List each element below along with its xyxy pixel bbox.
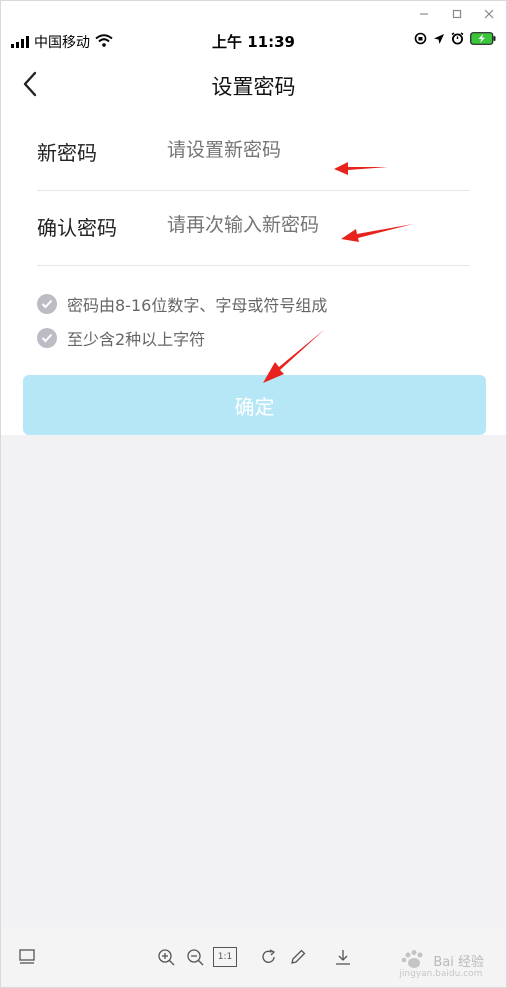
watermark-url: jingyan.baidu.com bbox=[399, 969, 483, 979]
new-password-label: 新密码 bbox=[37, 141, 97, 165]
zoom-in-icon[interactable] bbox=[156, 947, 176, 967]
page-title: 设置密码 bbox=[211, 75, 296, 99]
password-rule-item: 密码由8-16位数字、字母或符号组成 bbox=[37, 292, 327, 316]
zoom-out-icon[interactable] bbox=[185, 947, 205, 967]
nav-bar: 设置密码 bbox=[1, 55, 506, 115]
rotation-lock-icon bbox=[414, 32, 427, 49]
password-rule-text: 密码由8-16位数字、字母或符号组成 bbox=[67, 296, 328, 315]
confirm-password-label: 确认密码 bbox=[37, 216, 117, 240]
paw-icon bbox=[402, 950, 423, 968]
download-icon[interactable] bbox=[333, 947, 353, 967]
thumbnail-icon[interactable] bbox=[17, 947, 37, 967]
minimize-icon[interactable] bbox=[415, 5, 433, 23]
confirm-button[interactable]: 确定 bbox=[23, 375, 486, 435]
actual-size-button[interactable]: 1:1 bbox=[213, 947, 237, 967]
password-rule-item: 至少含2种以上字符 bbox=[37, 326, 205, 350]
new-password-input[interactable] bbox=[167, 139, 457, 161]
confirm-password-input[interactable] bbox=[167, 214, 457, 236]
new-password-row: 新密码 bbox=[37, 115, 470, 191]
check-icon bbox=[37, 328, 57, 348]
password-rule-text: 至少含2种以上字符 bbox=[67, 330, 206, 349]
window-titlebar bbox=[1, 1, 506, 27]
edit-icon[interactable] bbox=[288, 947, 308, 967]
check-icon bbox=[37, 294, 57, 314]
alarm-icon bbox=[451, 32, 464, 49]
battery-charging-icon bbox=[470, 32, 496, 49]
confirm-password-row: 确认密码 bbox=[37, 190, 470, 266]
watermark-text: Bai 经验 bbox=[433, 954, 484, 970]
location-icon bbox=[433, 33, 445, 49]
phone-status-bar: 中国移动 上午 11:39 bbox=[1, 27, 506, 55]
close-icon[interactable] bbox=[480, 5, 498, 23]
viewer-window: 中国移动 上午 11:39 设置密码 新密码 确认密码 密码由8-16位数字、字… bbox=[0, 0, 507, 988]
baidu-jingyan-watermark: Bai 经验 jingyan.baidu.com bbox=[399, 949, 484, 979]
rotate-icon[interactable] bbox=[259, 947, 279, 967]
viewer-toolbar: 1:1 Bai 经验 jingyan.baidu.com bbox=[1, 929, 506, 987]
maximize-icon[interactable] bbox=[448, 5, 466, 23]
